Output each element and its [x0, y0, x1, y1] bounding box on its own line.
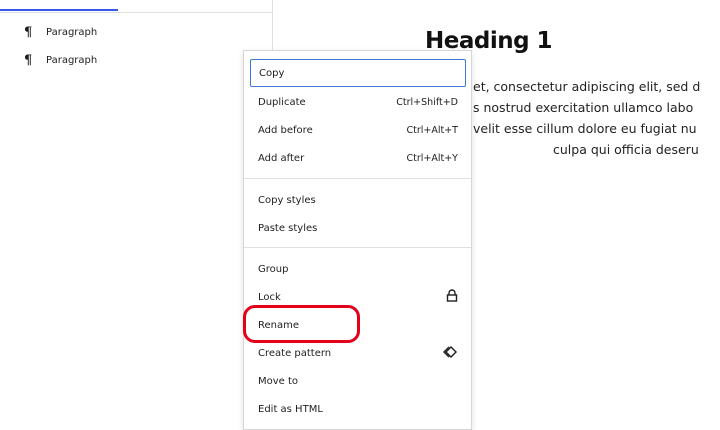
- menu-item-rename[interactable]: Rename: [250, 311, 466, 339]
- menu-item-label: Duplicate: [258, 96, 306, 108]
- menu-item-label: Create pattern: [258, 347, 332, 359]
- menu-item-label: Copy styles: [258, 194, 316, 206]
- pattern-diamond-icon: [442, 345, 458, 361]
- menu-item-label: Add before: [258, 124, 313, 136]
- menu-item-group[interactable]: Group: [250, 255, 466, 283]
- paragraph-icon: ¶: [24, 52, 33, 68]
- list-view-panel: ¶ Paragraph ¶ Paragraph: [0, 0, 273, 420]
- list-item-label: Paragraph: [46, 54, 98, 66]
- list-item-paragraph[interactable]: ¶ Paragraph: [24, 50, 97, 70]
- paragraph-line[interactable]: et, consectetur adipiscing elit, sed d: [473, 79, 700, 94]
- paragraph-icon: ¶: [24, 24, 33, 40]
- menu-item-add-after[interactable]: Add after Ctrl+Alt+Y: [250, 144, 466, 172]
- menu-item-label: Group: [258, 263, 289, 275]
- paragraph-line[interactable]: velit esse cillum dolore eu fugiat nu: [473, 121, 697, 136]
- lock-icon: [446, 289, 458, 305]
- menu-item-copy[interactable]: Copy: [250, 59, 466, 87]
- menu-item-label: Paste styles: [258, 222, 318, 234]
- menu-item-add-before[interactable]: Add before Ctrl+Alt+T: [250, 116, 466, 144]
- menu-item-move-to[interactable]: Move to: [250, 367, 466, 395]
- menu-item-label: Rename: [258, 319, 300, 331]
- menu-item-create-pattern[interactable]: Create pattern: [250, 339, 466, 367]
- menu-item-duplicate[interactable]: Duplicate Ctrl+Shift+D: [250, 88, 466, 116]
- menu-item-copy-styles[interactable]: Copy styles: [250, 186, 466, 214]
- shortcut-label: Ctrl+Alt+T: [406, 124, 459, 136]
- menu-separator: [244, 178, 471, 179]
- active-tab-indicator: [0, 9, 118, 11]
- paragraph-line[interactable]: culpa qui officia deseru: [553, 142, 699, 157]
- list-item-label: Paragraph: [46, 26, 98, 38]
- menu-item-label: Add after: [258, 152, 305, 164]
- block-options-menu: Copy Duplicate Ctrl+Shift+D Add before C…: [243, 50, 472, 430]
- menu-item-label: Edit as HTML: [258, 403, 323, 415]
- list-view-tabs: [0, 0, 272, 13]
- menu-item-edit-as-html[interactable]: Edit as HTML: [250, 395, 466, 423]
- menu-item-label: Move to: [258, 375, 299, 387]
- shortcut-label: Ctrl+Shift+D: [396, 96, 458, 108]
- menu-item-label: Copy: [259, 67, 285, 79]
- shortcut-label: Ctrl+Alt+Y: [406, 152, 459, 164]
- menu-separator: [244, 247, 471, 248]
- menu-item-lock[interactable]: Lock: [250, 283, 466, 311]
- menu-item-paste-styles[interactable]: Paste styles: [250, 214, 466, 242]
- menu-item-label: Lock: [258, 291, 281, 303]
- list-item-paragraph[interactable]: ¶ Paragraph: [24, 22, 97, 42]
- paragraph-line[interactable]: s nostrud exercitation ullamco labo: [473, 100, 693, 115]
